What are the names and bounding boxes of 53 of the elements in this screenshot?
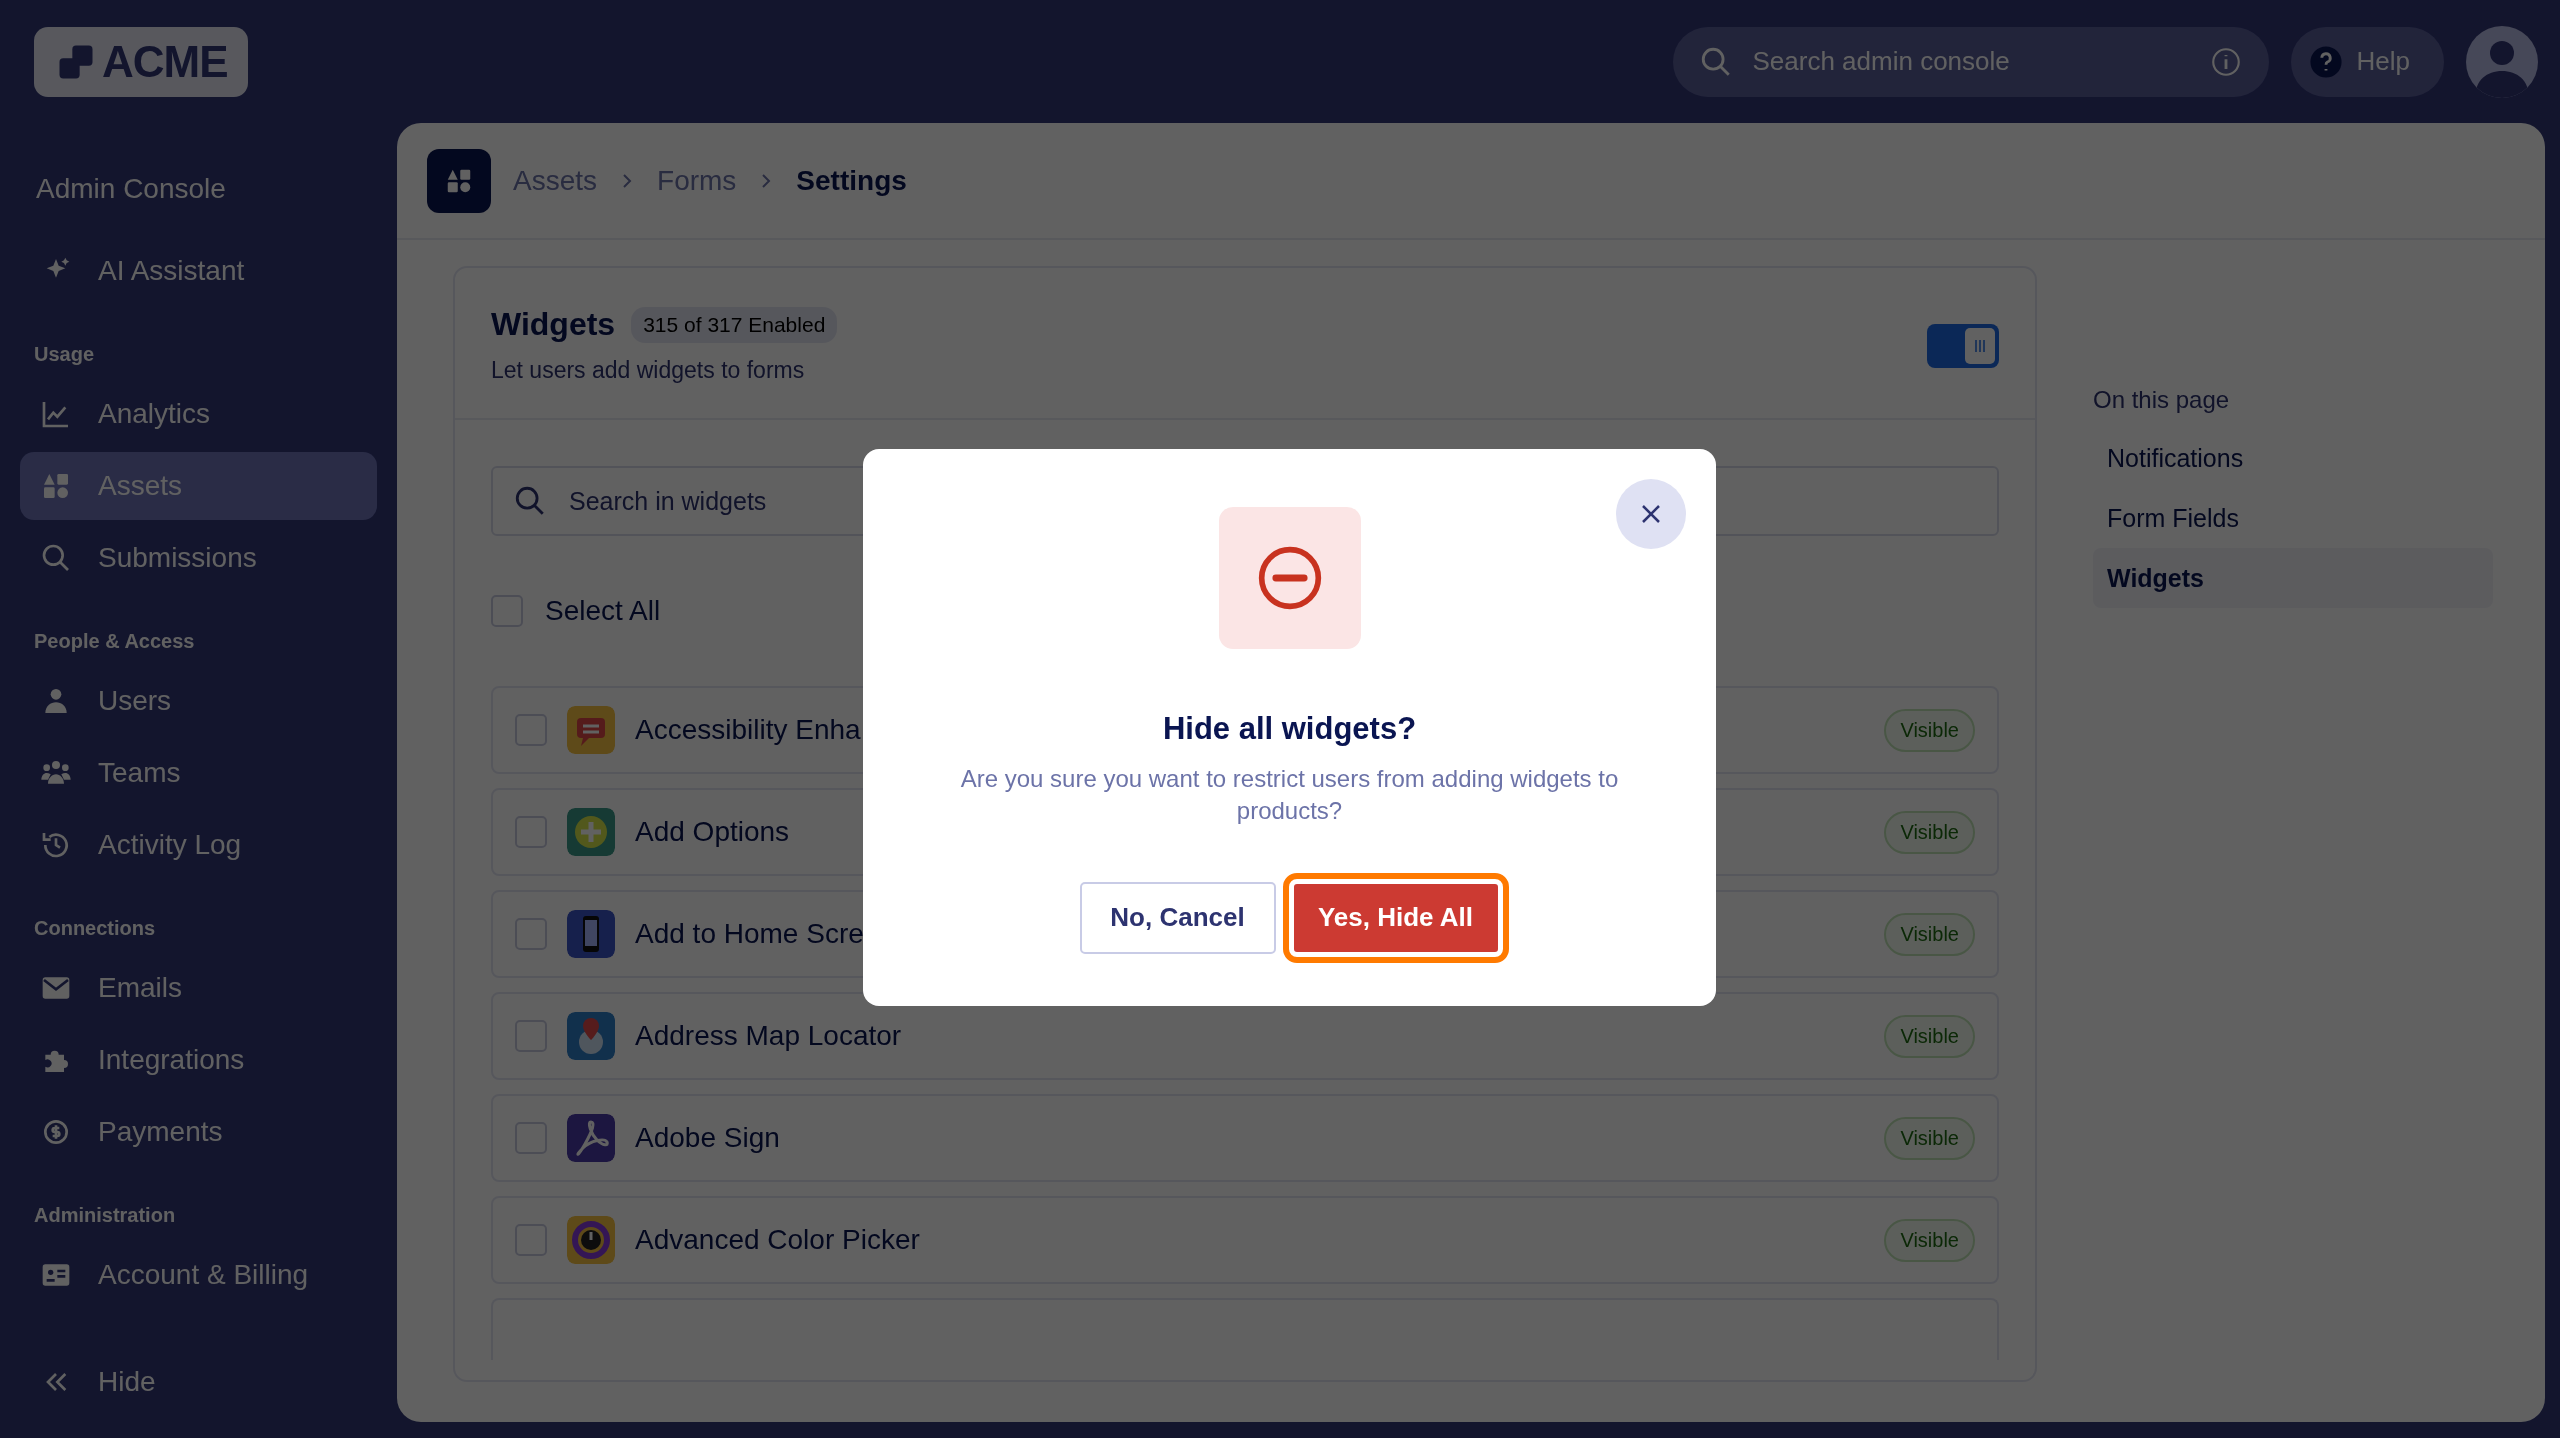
- sidebar-item[interactable]: Integrations: [20, 1026, 377, 1094]
- sidebar-item[interactable]: Analytics: [20, 380, 377, 448]
- sidebar-item[interactable]: Activity Log: [20, 811, 377, 879]
- widget-name: Address Map Locator: [635, 1020, 902, 1052]
- hide-button[interactable]: Hide: [20, 1348, 377, 1416]
- toc-link[interactable]: Notifications: [2093, 428, 2493, 488]
- sidebar-title: Admin Console: [35, 173, 227, 206]
- card-title: Widgets: [491, 306, 616, 343]
- sidebar-item[interactable]: AI Assistant: [20, 237, 377, 305]
- status-badge: Visible: [1884, 1014, 1975, 1058]
- search-icon: [513, 484, 547, 518]
- status-badge: Visible: [1884, 708, 1975, 752]
- section-heading: People & Access: [33, 629, 196, 654]
- status-badge: Visible: [1884, 810, 1975, 854]
- status-badge: Visible: [1884, 912, 1975, 956]
- cancel-button[interactable]: No, Cancel: [1079, 881, 1276, 954]
- count-badge: 315 of 317 Enabled: [631, 306, 838, 343]
- status-badge: Visible: [1884, 1116, 1975, 1160]
- map-pin-icon: [567, 1012, 615, 1060]
- widget-name: Accessibility Enha: [635, 714, 861, 746]
- section-heading: Connections: [33, 916, 157, 941]
- phone-icon: [567, 910, 615, 958]
- sidebar-item[interactable]: Emails: [20, 954, 377, 1022]
- card-subtitle: Let users add widgets to forms: [491, 357, 805, 384]
- grip-icon: [1972, 337, 1988, 355]
- toggle-switch[interactable]: [1927, 324, 1999, 368]
- status-badge: Visible: [1884, 1218, 1975, 1262]
- toc-heading: On this page: [2093, 386, 2231, 415]
- widget-name: Add to Home Scre: [635, 918, 864, 950]
- toc-link[interactable]: Widgets: [2093, 548, 2493, 608]
- breadcrumb-link[interactable]: Settings: [796, 164, 907, 197]
- sidebar-item[interactable]: Teams: [20, 739, 377, 807]
- logo[interactable]: ACME: [34, 26, 248, 97]
- shapes-icon: [427, 148, 491, 213]
- question-icon: [2308, 44, 2343, 79]
- breadcrumb-link[interactable]: Assets: [513, 164, 598, 197]
- widget-name: Add Options: [635, 816, 790, 848]
- sidebar-item[interactable]: Account & Billing: [20, 1241, 377, 1309]
- dialog-title: Hide all widgets?: [1162, 711, 1417, 747]
- widget-name: Advanced Color Picker: [635, 1224, 920, 1256]
- chat-bubble-icon: [567, 706, 615, 754]
- widget-name: Adobe Sign: [635, 1122, 780, 1154]
- toc-link[interactable]: Form Fields: [2093, 488, 2493, 548]
- section-heading: Administration: [33, 1203, 177, 1228]
- section-heading: Usage: [33, 342, 96, 367]
- color-wheel-icon: [567, 1216, 615, 1264]
- checkbox-label: Select All: [545, 595, 661, 627]
- pen-curve-icon: [567, 1114, 615, 1162]
- sidebar-item[interactable]: Payments: [20, 1098, 377, 1166]
- dialog-message: Are you sure you want to restrict users from adding widgets to products?: [959, 764, 1620, 827]
- sidebar-item[interactable]: Users: [20, 667, 377, 735]
- sidebar-item[interactable]: Submissions: [20, 524, 377, 592]
- breadcrumb-link[interactable]: Forms: [657, 164, 737, 197]
